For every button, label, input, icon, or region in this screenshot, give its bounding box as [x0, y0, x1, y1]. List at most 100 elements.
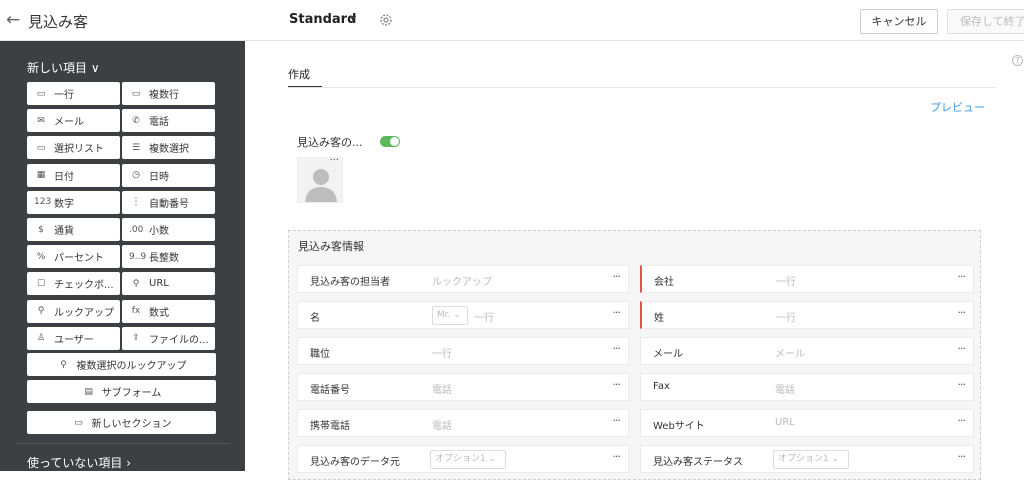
field-type-button[interactable]: ♙ ユーザー — [27, 326, 120, 350]
field-type-button[interactable]: $ 通貨 — [27, 218, 120, 241]
field-type-button[interactable]: ▦ 日付 — [27, 163, 120, 187]
field-type-button[interactable]: ✉ メール — [27, 109, 120, 133]
link-icon: ⚲ — [132, 278, 140, 289]
field-label: 見込み客のデータ元 — [310, 457, 400, 468]
more-options-icon[interactable]: ··· — [958, 342, 966, 355]
more-options-icon[interactable]: ··· — [958, 378, 966, 391]
phone-icon: ✆ — [132, 115, 140, 126]
auto-number-icon: ⋮ — [131, 197, 141, 208]
field-type-label: URL — [149, 278, 169, 290]
field-label: 姓 — [654, 313, 664, 324]
field-type-label: 日時 — [149, 171, 169, 183]
image-field-toggle[interactable] — [380, 136, 400, 147]
field-row[interactable]: 姓 一行 ··· — [640, 301, 974, 329]
field-type-button[interactable]: 123 数字 — [27, 190, 120, 214]
layout-selector[interactable]: Standard — [289, 12, 356, 27]
field-type-label: 長整数 — [149, 253, 179, 265]
field-type-button[interactable]: ☐ チェックボ... — [27, 272, 120, 296]
field-type-button[interactable]: ⚲ ルックアップ — [27, 299, 120, 323]
more-options-icon[interactable]: ··· — [613, 306, 621, 319]
more-options-icon[interactable]: ··· — [958, 306, 966, 319]
user-icon: ♙ — [36, 333, 46, 344]
section-icon: ▭ — [74, 417, 83, 428]
field-label: 職位 — [310, 349, 330, 360]
avatar[interactable]: ··· — [297, 157, 343, 203]
more-options-icon[interactable]: ··· — [613, 378, 621, 391]
chevron-down-icon: ⌄ — [828, 454, 840, 464]
top-bar: ← 見込み客 Standard ▼ キャンセル 保存して終了 — [0, 0, 1024, 41]
field-type-label: 複数選択 — [149, 144, 189, 156]
help-icon[interactable]: ? — [1012, 55, 1023, 66]
chevron-down-icon: ⌄ — [485, 454, 497, 464]
field-row[interactable]: 携帯電話 電話 ··· — [297, 409, 629, 437]
arrow-left-icon[interactable]: ← — [6, 10, 20, 30]
field-row[interactable]: 見込み客のデータ元 オプション1 ⌄ ··· — [297, 445, 629, 473]
field-type-button[interactable]: % パーセント — [27, 245, 120, 269]
more-options-icon[interactable]: ··· — [613, 342, 621, 355]
field-row[interactable]: 見込み客ステータス オプション1 ⌄ ··· — [640, 445, 974, 473]
gear-icon[interactable] — [378, 12, 394, 28]
cancel-button[interactable]: キャンセル — [860, 9, 938, 34]
field-type-button[interactable]: ▭ 一行 — [27, 82, 120, 105]
percent-icon: % — [36, 251, 46, 262]
subform-label: サブフォーム — [101, 388, 162, 399]
field-type-hint: 電話 — [775, 385, 795, 396]
more-options-icon[interactable]: ··· — [958, 414, 966, 427]
field-type-button[interactable]: 9..9 長整数 — [122, 245, 215, 269]
field-type-label: ユーザー — [54, 334, 94, 346]
subform-button[interactable]: ▤ サブフォーム — [27, 380, 216, 403]
tab-create[interactable]: 作成 — [288, 66, 310, 82]
field-row[interactable]: 名 Mr. ⌄ 一行 ··· — [297, 301, 629, 329]
field-type-button[interactable]: ◷ 日時 — [122, 163, 215, 187]
field-type-button[interactable]: .00 小数 — [122, 218, 215, 241]
new-section-button[interactable]: ▭ 新しいセクション — [27, 411, 216, 434]
field-row[interactable]: Fax 電話 ··· — [640, 373, 974, 401]
field-label: 電話番号 — [310, 385, 350, 396]
field-row[interactable]: 職位 一行 ··· — [297, 337, 629, 365]
field-label: Webサイト — [653, 421, 705, 432]
caret-down-icon[interactable]: ▼ — [350, 14, 356, 23]
field-type-label: 小数 — [149, 226, 169, 237]
field-type-label: 選択リスト — [54, 144, 104, 156]
new-items-header[interactable]: 新しい項目 ∨ — [27, 59, 100, 76]
multi-select-lookup-button[interactable]: ⚲ 複数選択のルックアップ — [27, 353, 216, 376]
datetime-icon: ◷ — [132, 170, 140, 181]
field-type-label: 電話 — [149, 117, 169, 129]
field-type-button[interactable]: ⚲ URL — [122, 272, 215, 296]
field-type-label: チェックボ... — [54, 280, 114, 292]
more-icon[interactable]: ··· — [329, 158, 339, 166]
save-and-close-button[interactable]: 保存して終了 — [947, 9, 1024, 34]
field-type-button[interactable]: ✆ 電話 — [122, 109, 215, 133]
field-row[interactable]: メール メール ··· — [640, 337, 974, 365]
chevron-right-icon: › — [126, 456, 132, 470]
field-row[interactable]: Webサイト URL ··· — [640, 409, 974, 437]
preview-link[interactable]: プレビュー — [930, 99, 985, 115]
field-type-button[interactable]: ⇪ ファイルの... — [122, 326, 215, 350]
more-options-icon[interactable]: ··· — [958, 450, 966, 463]
lead-info-section: 見込み客情報 見込み客の担当者 ルックアップ ··· 会社 一行 ··· 名 Mr. ⌄ 一行 ·… — [288, 230, 981, 480]
multi-line-icon: ▭ — [131, 88, 141, 99]
more-options-icon[interactable]: ··· — [613, 414, 621, 427]
field-type-button[interactable]: ▭ 選択リスト — [27, 136, 120, 160]
field-label: 名 — [310, 313, 320, 324]
upload-icon: ⇪ — [132, 333, 140, 344]
field-row[interactable]: 電話番号 電話 ··· — [297, 373, 629, 401]
lookup-icon: ⚲ — [37, 306, 45, 317]
more-options-icon[interactable]: ··· — [958, 270, 966, 283]
layout-canvas: 作成 ? プレビュー 見込み客の... ··· 見込み客情報 見込み客の担当者 ル… — [245, 41, 1024, 480]
field-label: 携帯電話 — [310, 421, 350, 432]
field-type-button[interactable]: ⋮ 自動番号 — [122, 190, 215, 214]
field-type-label: 日付 — [54, 171, 74, 183]
unused-items-label: 使っていない項目 — [27, 456, 123, 470]
section-title: 見込み客情報 — [298, 240, 364, 253]
field-type-label: ルックアップ — [54, 307, 114, 319]
field-type-button[interactable]: ▭ 複数行 — [122, 82, 215, 105]
more-options-icon[interactable]: ··· — [613, 450, 621, 463]
more-options-icon[interactable]: ··· — [613, 270, 621, 283]
field-row[interactable]: 見込み客の担当者 ルックアップ ··· — [297, 265, 629, 293]
field-type-button[interactable]: fx 数式 — [122, 299, 215, 323]
field-type-label: 自動番号 — [149, 198, 189, 210]
field-row[interactable]: 会社 一行 ··· — [640, 265, 974, 293]
field-type-button[interactable]: ☰ 複数選択 — [122, 136, 215, 160]
unused-items-header[interactable]: 使っていない項目 › — [27, 454, 131, 471]
